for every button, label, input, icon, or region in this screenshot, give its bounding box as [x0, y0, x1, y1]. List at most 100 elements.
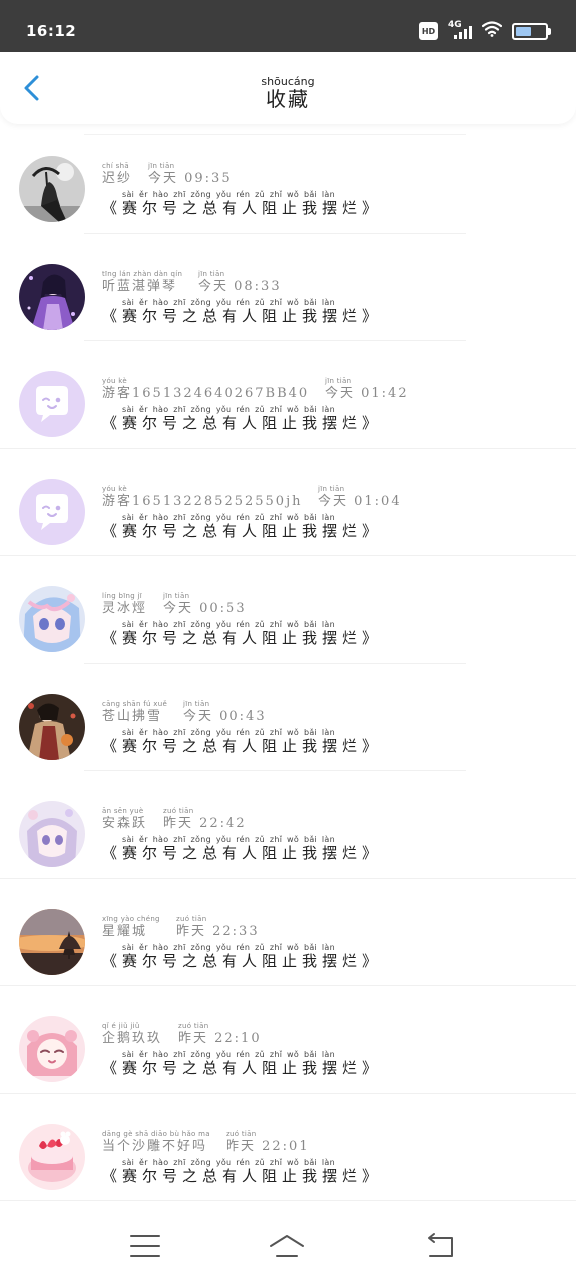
book-title[interactable]: sài ěr hào zhī zǒng yǒu rén zǔ zhǐ wǒ bǎ… — [102, 405, 382, 432]
book-title-pinyin: sài ěr hào zhī zǒng yǒu rén zǔ zhǐ wǒ bǎ… — [122, 190, 335, 199]
avatar-image — [19, 156, 85, 222]
timestamp-pinyin: zuó tiān — [176, 914, 207, 923]
timestamp-text: 昨天 22:10 — [178, 1031, 262, 1046]
avatar[interactable] — [19, 801, 85, 867]
book-title-pinyin: sài ěr hào zhī zǒng yǒu rén zǔ zhǐ wǒ bǎ… — [122, 297, 335, 307]
username-pinyin: yóu kè — [102, 377, 127, 385]
book-title-text: 《赛尔号之总有人阻止我摆烂》 — [102, 951, 383, 970]
list-item[interactable]: dāng gè shā diāo bù hǎo ma 当个沙雕不好吗 zuó tiā… — [0, 1094, 576, 1201]
avatar-image — [19, 1016, 85, 1082]
timestamp-pinyin: jīn tiān — [325, 377, 352, 385]
book-title-text: 《赛尔号之总有人阻止我摆烂》 — [102, 1166, 383, 1185]
avatar-image — [19, 263, 85, 330]
list-item[interactable]: cāng shān fú xuě 苍山拂雪 jīn tiān 今天 00:43 sài … — [0, 664, 576, 771]
home-button[interactable] — [269, 1232, 305, 1260]
timestamp: jīn tiān 今天 08:33 — [198, 270, 282, 295]
avatar-image — [19, 693, 85, 760]
username: líng bīng jī 灵冰烴 — [102, 592, 147, 617]
avatar-image — [19, 586, 85, 652]
timestamp-pinyin: jīn tiān — [183, 699, 210, 708]
username-text: 迟纱 — [102, 171, 133, 186]
avatar[interactable] — [19, 1016, 85, 1082]
list-item[interactable]: tīng lán zhàn dàn qín 听蓝湛弹琴 jīn tiān 今天 08:… — [0, 234, 576, 341]
list-item[interactable]: qǐ é jiǔ jiǔ 企鹅玖玖 zuó tiān 昨天 22:10 sài ěr h… — [0, 986, 576, 1094]
book-title-text: 《赛尔号之总有人阻止我摆烂》 — [102, 306, 383, 325]
timestamp-text: 今天 09:35 — [148, 171, 232, 186]
avatar[interactable] — [19, 478, 85, 545]
list-item[interactable]: ān sēn yuè 安森跃 zuó tiān 昨天 22:42 sài ěr hào … — [0, 771, 576, 879]
list-item[interactable]: xīng yào chéng 星耀城 zuó tiān 昨天 22:33 sài ěr … — [0, 879, 576, 986]
system-nav-bar — [0, 1210, 576, 1280]
book-title[interactable]: sài ěr hào zhī zǒng yǒu rén zǔ zhǐ wǒ bǎ… — [102, 620, 382, 647]
timestamp-text: 昨天 22:42 — [163, 816, 247, 831]
username-pinyin: yóu kè — [102, 484, 127, 493]
timestamp-text: 今天 01:04 — [318, 493, 402, 509]
book-title-text: 《赛尔号之总有人阻止我摆烂》 — [102, 629, 383, 647]
list-item[interactable]: chí shā 迟纱 jīn tiān 今天 09:35 sài ěr hào zhī … — [0, 126, 576, 234]
avatar[interactable] — [19, 693, 85, 760]
username-pinyin: xīng yào chéng — [102, 914, 160, 923]
timestamp: zuó tiān 昨天 22:33 — [176, 915, 260, 940]
list-item[interactable]: yóu kè 游客165132285252550jh jīn tiān 今天 01:0… — [0, 449, 576, 556]
username: tīng lán zhàn dàn qín 听蓝湛弹琴 — [102, 270, 182, 295]
avatar-image — [19, 371, 85, 437]
book-title[interactable]: sài ěr hào zhī zǒng yǒu rén zǔ zhǐ wǒ bǎ… — [102, 728, 382, 755]
menu-button[interactable] — [127, 1232, 163, 1260]
book-title-pinyin: sài ěr hào zhī zǒng yǒu rén zǔ zhǐ wǒ bǎ… — [122, 727, 335, 737]
battery-icon — [512, 22, 551, 40]
timestamp-text: 昨天 22:01 — [226, 1138, 310, 1154]
system-back-button[interactable] — [422, 1232, 458, 1260]
username: qǐ é jiǔ jiǔ 企鹅玖玖 — [102, 1022, 162, 1047]
book-title[interactable]: sài ěr hào zhī zǒng yǒu rén zǔ zhǐ wǒ bǎ… — [102, 513, 382, 540]
book-title-pinyin: sài ěr hào zhī zǒng yǒu rén zǔ zhǐ wǒ bǎ… — [122, 405, 335, 414]
timestamp: jīn tiān 今天 00:53 — [163, 592, 247, 617]
book-title[interactable]: sài ěr hào zhī zǒng yǒu rén zǔ zhǐ wǒ bǎ… — [102, 298, 382, 325]
username-pinyin: dāng gè shā diāo bù hǎo ma — [102, 1129, 210, 1138]
timestamp-pinyin: zuó tiān — [226, 1129, 257, 1138]
book-title[interactable]: sài ěr hào zhī zǒng yǒu rén zǔ zhǐ wǒ bǎ… — [102, 943, 382, 970]
username-text: 苍山拂雪 — [102, 708, 163, 724]
avatar-image — [19, 801, 85, 867]
username-text: 听蓝湛弹琴 — [102, 278, 178, 294]
book-title-text: 《赛尔号之总有人阻止我摆烂》 — [102, 414, 383, 432]
avatar[interactable] — [19, 156, 85, 222]
username-pinyin: tīng lán zhàn dàn qín — [102, 269, 183, 278]
avatar-image — [19, 1123, 85, 1190]
book-title-text: 《赛尔号之总有人阻止我摆烂》 — [102, 736, 383, 755]
menu-icon — [130, 1235, 160, 1257]
username: xīng yào chéng 星耀城 — [102, 915, 160, 940]
book-title-pinyin: sài ěr hào zhī zǒng yǒu rén zǔ zhǐ wǒ bǎ… — [122, 512, 335, 522]
timestamp: zuó tiān 昨天 22:10 — [178, 1022, 262, 1047]
avatar[interactable] — [19, 586, 85, 652]
book-title[interactable]: sài ěr hào zhī zǒng yǒu rén zǔ zhǐ wǒ bǎ… — [102, 190, 382, 217]
list-item[interactable]: yóu kè 游客1651324640267BB40 jīn tiān 今天 01:4… — [0, 341, 576, 449]
book-title[interactable]: sài ěr hào zhī zǒng yǒu rén zǔ zhǐ wǒ bǎ… — [102, 1158, 382, 1185]
avatar[interactable] — [19, 1123, 85, 1190]
username: yóu kè 游客165132285252550jh — [102, 485, 302, 510]
signal-4g-icon: 4G — [448, 20, 472, 41]
hd-icon: HD — [419, 22, 438, 40]
username-pinyin: chí shā — [102, 162, 129, 170]
username-pinyin: cāng shān fú xuě — [102, 699, 168, 708]
avatar[interactable] — [19, 908, 85, 975]
timestamp: jīn tiān 今天 09:35 — [148, 162, 232, 187]
back-icon — [428, 1233, 453, 1257]
wifi-icon — [481, 21, 503, 41]
username-text: 安森跃 — [102, 816, 148, 831]
divider — [84, 134, 466, 135]
username-pinyin: ān sēn yuè — [102, 807, 144, 815]
list-item[interactable]: líng bīng jī 灵冰烴 jīn tiān 今天 00:53 sài ěr hà… — [0, 556, 576, 664]
timestamp-pinyin: jīn tiān — [163, 592, 190, 600]
username: chí shā 迟纱 — [102, 162, 132, 187]
avatar[interactable] — [19, 371, 85, 437]
username: ān sēn yuè 安森跃 — [102, 807, 147, 832]
username-pinyin: qǐ é jiǔ jiǔ — [102, 1022, 140, 1030]
username-pinyin: líng bīng jī — [102, 592, 142, 600]
book-title-text: 《赛尔号之总有人阻止我摆烂》 — [102, 1059, 383, 1077]
timestamp-pinyin: zuó tiān — [178, 1022, 209, 1030]
book-title[interactable]: sài ěr hào zhī zǒng yǒu rén zǔ zhǐ wǒ bǎ… — [102, 1050, 382, 1077]
book-title[interactable]: sài ěr hào zhī zǒng yǒu rén zǔ zhǐ wǒ bǎ… — [102, 835, 382, 862]
avatar[interactable] — [19, 263, 85, 330]
divider — [0, 1200, 576, 1201]
book-title-text: 《赛尔号之总有人阻止我摆烂》 — [102, 521, 383, 540]
